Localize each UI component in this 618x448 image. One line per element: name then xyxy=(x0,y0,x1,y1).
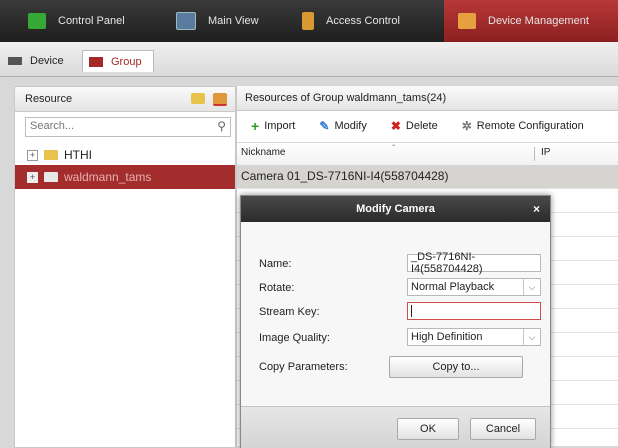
copy-parameters-label: Copy Parameters: xyxy=(259,361,348,373)
grid-icon xyxy=(28,13,46,29)
folder-icon xyxy=(89,56,103,67)
import-label: Import xyxy=(264,120,296,132)
expand-icon[interactable]: + xyxy=(27,149,38,161)
tab-device-management[interactable]: Device Management xyxy=(444,0,618,42)
plus-icon: + xyxy=(251,118,260,134)
modify-button[interactable]: ✎ Modify xyxy=(319,119,366,133)
delete-label: Delete xyxy=(405,120,438,132)
tab-label: Control Panel xyxy=(58,15,125,27)
device-icon xyxy=(458,13,476,29)
column-ip[interactable]: IP xyxy=(541,147,550,158)
tab-label: Device Management xyxy=(488,15,589,27)
image-quality-select[interactable]: High Definition ⌵ xyxy=(407,328,541,346)
tree-item-waldmann-tams[interactable]: + waldmann_tams xyxy=(15,165,235,189)
sort-icon: ˆ xyxy=(392,144,396,155)
dialog-footer: OK Cancel xyxy=(241,406,550,448)
delete-group-icon[interactable] xyxy=(213,93,227,106)
monitor-icon xyxy=(176,12,196,30)
rotate-select[interactable]: Normal Playback ⌵ xyxy=(407,278,541,296)
folder-icon xyxy=(44,172,58,182)
image-quality-label: Image Quality: xyxy=(259,332,330,344)
image-quality-row: Image Quality: High Definition ⌵ xyxy=(259,328,541,348)
sub-tab-label: Device xyxy=(30,55,64,67)
cancel-button[interactable]: Cancel xyxy=(470,418,536,440)
row-nickname: Camera 01_DS-7716NI-I4(558704428) xyxy=(241,169,449,183)
stream-key-field[interactable] xyxy=(407,302,541,320)
folder-icon xyxy=(44,150,58,160)
search-box: ⚲ xyxy=(25,117,231,137)
tab-label: Access Control xyxy=(326,15,400,27)
edit-icon: ✎ xyxy=(319,119,330,133)
sub-tab-device[interactable]: Device xyxy=(8,50,78,72)
chevron-down-icon[interactable]: ⌵ xyxy=(523,279,540,295)
dialog-title-bar: Modify Camera × xyxy=(241,196,550,222)
modify-label: Modify xyxy=(334,120,367,132)
expand-icon[interactable]: + xyxy=(27,171,38,183)
group-header: Resources of Group waldmann_tams(24) xyxy=(237,86,618,111)
rotate-row: Rotate: Normal Playback ⌵ xyxy=(259,278,541,298)
image-quality-value: High Definition xyxy=(411,331,483,343)
remote-configuration-label: Remote Configuration xyxy=(476,120,584,132)
group-toolbar: + Import ✎ Modify ✖ Delete ✲ Remote Conf… xyxy=(237,112,618,140)
top-nav-bar: Control Panel Main View Access Control D… xyxy=(0,0,618,42)
tab-main-view[interactable]: Main View xyxy=(176,0,286,42)
table-row[interactable]: Camera 01_DS-7716NI-I4(558704428) xyxy=(237,165,618,189)
resource-title: Resource xyxy=(25,93,73,105)
tab-label: Main View xyxy=(208,15,259,27)
name-row: Name: _DS-7716NI-I4(558704428) xyxy=(259,251,541,275)
dialog-title: Modify Camera xyxy=(356,203,435,215)
tab-access-control[interactable]: Access Control xyxy=(302,0,432,42)
search-input[interactable] xyxy=(26,118,210,134)
rotate-value: Normal Playback xyxy=(411,281,495,293)
copy-to-button[interactable]: Copy to... xyxy=(389,356,523,378)
text-cursor xyxy=(411,305,412,317)
cancel-label: Cancel xyxy=(485,423,521,435)
device-list-icon xyxy=(8,57,22,65)
tab-control-panel[interactable]: Control Panel xyxy=(28,0,156,42)
sub-tab-group[interactable]: Group xyxy=(82,50,154,72)
group-title: Resources of Group waldmann_tams(24) xyxy=(245,92,447,104)
gear-icon: ✲ xyxy=(461,119,472,133)
ok-button[interactable]: OK xyxy=(397,418,459,440)
name-value: _DS-7716NI-I4(558704428) xyxy=(411,251,483,275)
column-divider xyxy=(534,147,535,161)
search-icon[interactable]: ⚲ xyxy=(217,119,226,133)
modify-camera-dialog: Modify Camera × Name: _DS-7716NI-I4(5587… xyxy=(240,195,551,448)
delete-icon: ✖ xyxy=(390,119,401,133)
door-icon xyxy=(302,12,314,30)
table-header: Nickname ˆ IP xyxy=(237,142,618,166)
remote-configuration-button[interactable]: ✲ Remote Configuration xyxy=(462,119,584,133)
ok-label: OK xyxy=(420,423,436,435)
tree-item-hthi[interactable]: + HTHI xyxy=(15,143,235,167)
tree-item-label: HTHI xyxy=(64,148,92,162)
stream-key-row: Stream Key: xyxy=(259,302,541,322)
copy-to-label: Copy to... xyxy=(432,361,480,373)
rotate-label: Rotate: xyxy=(259,282,295,294)
name-field[interactable]: _DS-7716NI-I4(558704428) xyxy=(407,251,541,275)
sub-tab-label: Group xyxy=(111,55,142,68)
resource-header: Resource xyxy=(15,87,235,112)
chevron-down-icon[interactable]: ⌵ xyxy=(523,329,540,345)
name-label: Name: xyxy=(259,258,292,270)
copy-parameters-row: Copy Parameters: Copy to... xyxy=(259,356,539,378)
stream-key-label: Stream Key: xyxy=(259,306,320,318)
add-group-icon[interactable] xyxy=(191,93,205,104)
sub-tab-bar: Device Group xyxy=(0,42,618,77)
column-nickname[interactable]: Nickname xyxy=(241,147,285,158)
resource-panel: Resource ⚲ + HTHI + waldmann_tams xyxy=(14,86,236,448)
import-button[interactable]: + Import xyxy=(251,118,295,134)
tree-item-label: waldmann_tams xyxy=(64,170,152,184)
delete-button[interactable]: ✖ Delete xyxy=(391,119,438,133)
close-icon[interactable]: × xyxy=(533,196,540,222)
